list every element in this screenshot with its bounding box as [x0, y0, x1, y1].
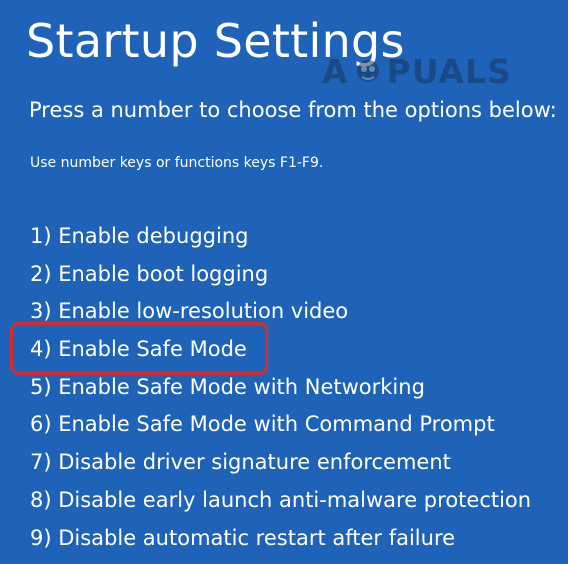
option-enable-boot-logging[interactable]: 2) Enable boot logging — [30, 256, 531, 294]
appuals-watermark-logo: A PUALS — [322, 52, 512, 92]
watermark-text-right: PUALS — [386, 52, 512, 91]
option-enable-debugging[interactable]: 1) Enable debugging — [30, 218, 531, 256]
option-enable-safe-mode[interactable]: 4) Enable Safe Mode — [30, 331, 531, 369]
option-disable-automatic-restart[interactable]: 9) Disable automatic restart after failu… — [30, 520, 531, 558]
option-enable-safe-mode-command-prompt[interactable]: 6) Enable Safe Mode with Command Prompt — [30, 406, 531, 444]
option-disable-early-launch-anti-malware[interactable]: 8) Disable early launch anti-malware pro… — [30, 482, 531, 520]
option-enable-low-resolution-video[interactable]: 3) Enable low-resolution video — [30, 293, 531, 331]
hint-text: Use number keys or functions keys F1-F9. — [30, 155, 324, 171]
mascot-icon — [356, 60, 379, 82]
watermark-text-left: A — [322, 52, 349, 91]
startup-options-list: 1) Enable debugging 2) Enable boot loggi… — [30, 218, 531, 557]
option-enable-safe-mode-networking[interactable]: 5) Enable Safe Mode with Networking — [30, 369, 531, 407]
option-disable-driver-signature-enforcement[interactable]: 7) Disable driver signature enforcement — [30, 444, 531, 482]
instruction-text: Press a number to choose from the option… — [29, 98, 557, 122]
